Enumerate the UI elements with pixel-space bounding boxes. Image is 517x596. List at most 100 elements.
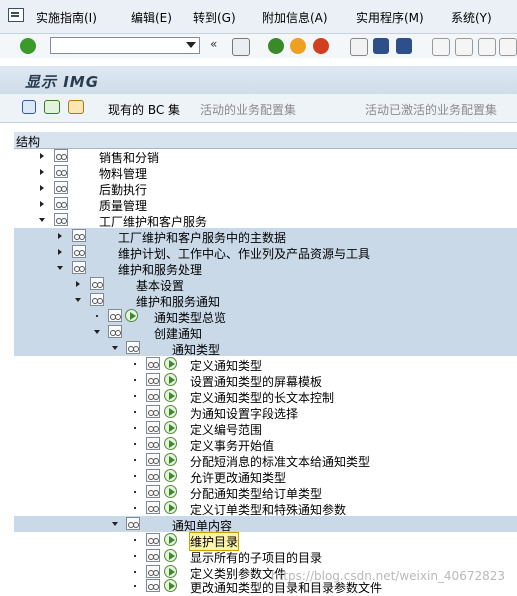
collapse-icon[interactable]: « [210,37,226,53]
watermark: https://blog.csdn.net/weixin_40672823 [270,569,505,583]
title-bar: 显示 IMG [0,66,517,94]
tree-node-allow-change-types[interactable]: 允许更改通知类型 [14,468,517,485]
execute-icon[interactable] [164,437,177,450]
tree-node-order-type-parameters[interactable]: 定义订单类型和特殊通知参数 [14,500,517,517]
tree-node-number-ranges[interactable]: 定义编号范围 [14,420,517,437]
execute-icon[interactable] [164,533,177,546]
application-toolbar: 现有的 BC 集 活动的业务配置集 活动已激活的业务配置集 [0,94,517,123]
execute-icon[interactable] [164,357,177,370]
execute-icon[interactable] [164,549,177,562]
tree-node-plant-maintenance[interactable]: 工厂维护和客户服务 [14,212,517,229]
node-icon [146,357,160,370]
tree-node-notification-content[interactable]: 通知单内容 [14,516,517,533]
tree-node-maintenance-processing[interactable]: 维护和服务处理 [14,260,517,277]
execute-icon[interactable] [164,579,177,592]
expand-icon[interactable] [40,169,44,175]
activated-bc-sets-button[interactable]: 活动已激活的业务配置集 [365,101,497,118]
previous-page-icon[interactable] [455,38,473,56]
command-field[interactable] [50,37,200,54]
leaf-dot [96,315,98,317]
print-icon[interactable] [350,38,368,56]
find-next-icon[interactable] [396,38,412,54]
collapse-node-icon[interactable] [112,522,118,526]
active-bc-sets-button[interactable]: 活动的业务配置集 [200,101,296,118]
execute-icon[interactable] [164,373,177,386]
cancel-icon[interactable] [313,38,329,54]
tree-node-logistics-execution[interactable]: 后勤执行 [14,180,517,197]
tree-node-pm-master-data[interactable]: 工厂维护和客户服务中的主数据 [14,228,517,245]
tree-node-standard-texts[interactable]: 分配短消息的标准文本给通知类型 [14,452,517,469]
first-page-icon[interactable] [432,38,450,56]
node-icon [126,341,140,354]
next-page-icon[interactable] [478,38,496,56]
collapse-node-icon[interactable] [39,218,45,222]
collapse-node-icon[interactable] [94,330,100,334]
node-icon [146,453,160,466]
expand-all-icon[interactable] [22,100,36,114]
tree-node-sales-distribution[interactable]: 销售和分销 [14,148,517,165]
menu-item-extras[interactable]: 附加信息(A) [262,9,328,26]
execute-icon[interactable] [164,485,177,498]
menu-item-goto[interactable]: 转到(G) [193,9,236,26]
expand-icon[interactable] [58,233,62,239]
tree-node-maintain-catalogs[interactable]: 维护目录 [14,532,517,551]
find-icon[interactable] [373,38,389,54]
execute-icon[interactable] [125,309,138,322]
tree-node-basic-settings[interactable]: 基本设置 [14,276,517,293]
node-icon [126,517,140,530]
tree-node-long-text-control[interactable]: 定义通知类型的长文本控制 [14,388,517,405]
leaf-dot [134,571,136,573]
collapse-node-icon[interactable] [112,346,118,350]
tree-node-quality-management[interactable]: 质量管理 [14,196,517,213]
menu-item-implementation-guide[interactable]: 实施指南(I) [36,9,97,26]
leaf-dot [134,459,136,461]
execute-icon[interactable] [164,501,177,514]
expand-icon[interactable] [40,201,44,207]
tree-node-field-selection[interactable]: 为通知设置字段选择 [14,404,517,421]
menu-item-system[interactable]: 系统(Y) [451,9,492,26]
chevron-down-icon[interactable] [186,42,196,48]
existing-bc-sets-button[interactable]: 现有的 BC 集 [108,101,180,118]
tree-node-display-subitem-catalogs[interactable]: 显示所有的子项目的目录 [14,548,517,565]
node-icon [72,229,86,242]
tree-node-notification-types-overview[interactable]: 通知类型总览 [14,308,517,325]
execute-icon[interactable] [164,453,177,466]
sap-menu-icon[interactable] [8,8,24,22]
execute-icon[interactable] [164,389,177,402]
collapse-node-icon[interactable] [57,266,63,270]
last-page-icon[interactable] [499,38,517,56]
expand-icon[interactable] [40,153,44,159]
tree-node-define-notification-types[interactable]: 定义通知类型 [14,356,517,373]
execute-icon[interactable] [164,565,177,578]
node-icon [146,485,160,498]
execute-icon[interactable] [164,405,177,418]
expand-icon[interactable] [40,185,44,191]
tree-node-maintenance-planning[interactable]: 维护计划、工作中心、作业列及产品资源与工具 [14,244,517,261]
tree-node-create-notification[interactable]: 创建通知 [14,324,517,341]
leaf-dot [134,363,136,365]
tree-node-assign-to-order-types[interactable]: 分配通知类型给订单类型 [14,484,517,501]
tree-node-materials-management[interactable]: 物料管理 [14,164,517,181]
expand-icon[interactable] [58,249,62,255]
leaf-dot [134,475,136,477]
tree-node-notification-types[interactable]: 通知类型 [14,340,517,357]
confirm-icon[interactable] [20,38,36,54]
execute-icon[interactable] [164,421,177,434]
where-used-icon[interactable] [44,100,60,114]
tree-node-screen-templates[interactable]: 设置通知类型的屏幕模板 [14,372,517,389]
exit-icon[interactable] [290,38,306,54]
node-icon [108,325,122,338]
back-icon[interactable] [268,38,284,54]
leaf-dot [134,411,136,413]
notes-icon[interactable] [68,100,84,114]
save-icon[interactable] [232,38,250,56]
menu-item-utilities[interactable]: 实用程序(M) [356,9,424,26]
leaf-dot [134,585,136,587]
tree-node-notifications[interactable]: 维护和服务通知 [14,292,517,309]
collapse-node-icon[interactable] [75,298,81,302]
menu-item-edit[interactable]: 编辑(E) [131,9,172,26]
execute-icon[interactable] [164,469,177,482]
tree-node-transaction-start-values[interactable]: 定义事务开始值 [14,436,517,453]
leaf-dot [134,555,136,557]
expand-icon[interactable] [76,281,80,287]
